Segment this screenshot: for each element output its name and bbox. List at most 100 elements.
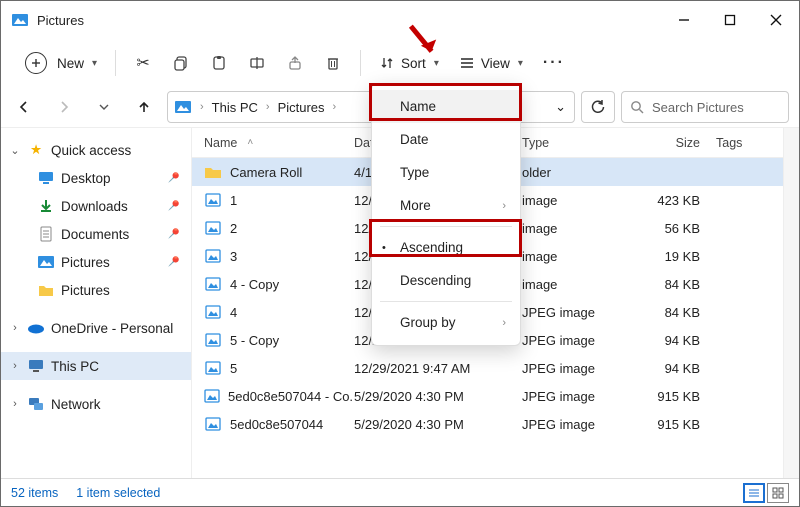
file-type: image — [522, 221, 636, 236]
chevron-right-icon: › — [9, 398, 21, 410]
file-size: 915 KB — [636, 417, 716, 432]
column-type[interactable]: Type — [522, 136, 636, 150]
sort-menu-ascending[interactable]: •Ascending — [372, 231, 520, 264]
titlebar: Pictures — [1, 1, 799, 39]
file-type: image — [522, 193, 636, 208]
sort-menu: Name Date Type More› •Ascending Descendi… — [371, 83, 521, 346]
chevron-down-icon: ⌄ — [9, 144, 21, 157]
minimize-button[interactable] — [661, 1, 707, 39]
paste-button[interactable] — [202, 46, 236, 80]
more-button[interactable]: ··· — [535, 46, 573, 80]
bullet-icon: • — [382, 242, 386, 254]
maximize-button[interactable] — [707, 1, 753, 39]
chevron-down-icon[interactable]: ⌄ — [555, 99, 566, 115]
details-view-button[interactable] — [743, 483, 765, 503]
up-button[interactable] — [127, 90, 161, 124]
sidebar-item-pictures-folder[interactable]: Pictures — [1, 276, 191, 304]
back-button[interactable] — [7, 90, 41, 124]
recent-button[interactable] — [87, 90, 121, 124]
forward-button[interactable] — [47, 90, 81, 124]
column-tags[interactable]: Tags — [716, 136, 783, 150]
app-icon — [11, 11, 29, 29]
status-selected: 1 item selected — [76, 486, 160, 500]
chevron-right-icon: › — [200, 101, 204, 113]
file-row[interactable]: 5ed0c8e5070445/29/2020 4:30 PMJPEG image… — [192, 410, 783, 438]
view-button[interactable]: View ▾ — [451, 46, 531, 80]
delete-button[interactable] — [316, 46, 350, 80]
file-type: JPEG image — [522, 305, 636, 320]
sidebar-item-onedrive[interactable]: › OneDrive - Personal — [1, 314, 191, 342]
vertical-scrollbar[interactable] — [783, 128, 799, 478]
sidebar-item-network[interactable]: › Network — [1, 390, 191, 418]
column-size[interactable]: Size — [636, 136, 716, 150]
refresh-button[interactable] — [581, 91, 615, 123]
chevron-right-icon: › — [9, 360, 21, 372]
pin-icon: 📍 — [163, 224, 183, 244]
cut-button[interactable]: ✂ — [126, 46, 160, 80]
file-date: 5/29/2020 4:30 PM — [354, 389, 522, 404]
sort-menu-name[interactable]: Name — [372, 90, 520, 123]
thumbnails-view-button[interactable] — [767, 483, 789, 503]
search-input[interactable]: Search Pictures — [621, 91, 789, 123]
file-name: 4 — [230, 305, 237, 320]
desktop-icon — [37, 169, 55, 187]
sort-menu-group-by[interactable]: Group by› — [372, 306, 520, 339]
rename-icon — [249, 55, 265, 71]
sidebar-item-quick-access[interactable]: ⌄ ★ Quick access — [1, 136, 191, 164]
file-type: JPEG image — [522, 417, 636, 432]
sort-menu-date[interactable]: Date — [372, 123, 520, 156]
cloud-icon — [27, 319, 45, 337]
folder-icon — [37, 281, 55, 299]
pictures-icon — [174, 98, 192, 116]
file-size: 915 KB — [636, 389, 716, 404]
file-name: Camera Roll — [230, 165, 302, 180]
column-name[interactable]: Name ˄ — [204, 136, 354, 150]
image-file-icon — [204, 303, 222, 321]
sort-menu-type[interactable]: Type — [372, 156, 520, 189]
pictures-icon — [37, 253, 55, 271]
copy-button[interactable] — [164, 46, 198, 80]
list-icon — [459, 55, 475, 71]
sidebar-item-pictures[interactable]: Pictures 📍 — [1, 248, 191, 276]
status-bar: 52 items 1 item selected — [1, 478, 799, 506]
sidebar-item-this-pc[interactable]: › This PC — [1, 352, 191, 380]
file-date: 5/29/2020 4:30 PM — [354, 417, 522, 432]
file-row[interactable]: 512/29/2021 9:47 AMJPEG image94 KB — [192, 354, 783, 382]
rename-button[interactable] — [240, 46, 274, 80]
chevron-down-icon: ▾ — [92, 58, 97, 69]
downloads-icon — [37, 197, 55, 215]
breadcrumb-root[interactable]: This PC — [212, 100, 258, 115]
image-file-icon — [204, 219, 222, 237]
copy-icon — [173, 55, 189, 71]
breadcrumb-folder[interactable]: Pictures — [278, 100, 325, 115]
file-type: image — [522, 277, 636, 292]
folder-icon — [204, 163, 222, 181]
chevron-right-icon: › — [502, 317, 506, 329]
file-type: JPEG image — [522, 389, 636, 404]
image-file-icon — [204, 359, 222, 377]
sidebar-item-desktop[interactable]: Desktop 📍 — [1, 164, 191, 192]
sidebar-item-documents[interactable]: Documents 📍 — [1, 220, 191, 248]
image-file-icon — [204, 331, 222, 349]
file-name: 4 - Copy — [230, 277, 279, 292]
file-name: 3 — [230, 249, 237, 264]
sort-menu-descending[interactable]: Descending — [372, 264, 520, 297]
file-name: 2 — [230, 221, 237, 236]
clipboard-icon — [211, 55, 227, 71]
file-type: JPEG image — [522, 333, 636, 348]
chevron-down-icon: ▾ — [518, 58, 523, 69]
file-row[interactable]: 5ed0c8e507044 - Co...5/29/2020 4:30 PMJP… — [192, 382, 783, 410]
image-file-icon — [204, 275, 222, 293]
window-controls — [661, 1, 799, 39]
sort-menu-more[interactable]: More› — [372, 189, 520, 222]
share-button[interactable] — [278, 46, 312, 80]
image-file-icon — [204, 247, 222, 265]
file-type: JPEG image — [522, 361, 636, 376]
sidebar-item-downloads[interactable]: Downloads 📍 — [1, 192, 191, 220]
close-button[interactable] — [753, 1, 799, 39]
new-button[interactable]: New ▾ — [11, 46, 105, 80]
status-count: 52 items — [11, 486, 58, 500]
search-icon — [630, 100, 644, 114]
chevron-right-icon: › — [333, 101, 337, 113]
command-bar: New ▾ ✂ Sort ▾ View ▾ ··· — [1, 39, 799, 87]
